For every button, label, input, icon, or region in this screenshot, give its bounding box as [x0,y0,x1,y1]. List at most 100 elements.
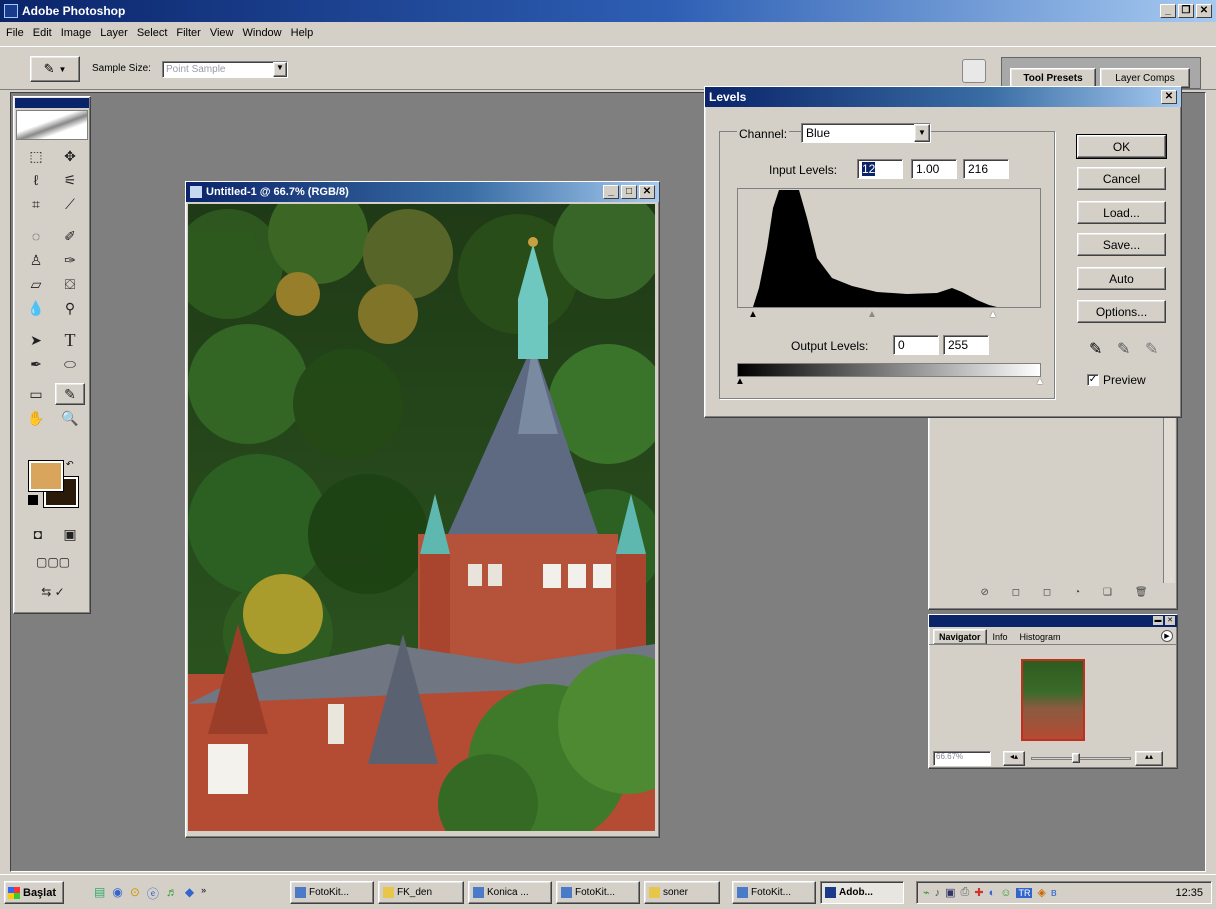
document-image[interactable] [188,204,655,831]
restore-icon[interactable]: ❐ [1178,4,1194,18]
paint-bucket-icon[interactable]: ⛋ [53,273,87,295]
taskbar-item-fotokit-2[interactable]: FotoKit... [556,881,640,904]
input-black-slider-icon[interactable]: ▲ [748,309,758,320]
menu-image[interactable]: Image [61,27,92,39]
magic-wand-tool-icon[interactable]: ⚟ [53,169,87,191]
ok-button[interactable]: OK [1076,134,1167,159]
default-colors-icon[interactable] [28,495,38,505]
swap-colors-icon[interactable]: ↶ [66,459,74,470]
levels-close-icon[interactable]: ✕ [1161,90,1177,104]
taskbar-item-konica[interactable]: Konica ... [468,881,552,904]
menu-file[interactable]: File [6,27,24,39]
input-levels-white-field[interactable]: 216 [963,159,1009,179]
doc-minimize-icon[interactable]: _ [603,185,619,199]
monitor-icon[interactable]: ▣ [945,886,955,899]
pen-tool-icon[interactable]: ✒ [19,353,53,375]
file-browser-icon[interactable] [962,59,986,83]
language-indicator[interactable]: TR [1016,887,1033,898]
taskbar-item-photoshop[interactable]: Adob... [820,881,904,904]
history-brush-icon[interactable]: ✑ [53,249,87,271]
levels-title-bar[interactable]: Levels ✕ [705,87,1181,107]
channel-select[interactable]: Blue ▼ [801,123,931,143]
menu-edit[interactable]: Edit [33,27,52,39]
layer-style-icon[interactable]: ◻ [1012,587,1020,605]
volume-icon[interactable]: ◈ [1037,886,1045,899]
start-button[interactable]: Başlat [4,881,64,904]
load-button[interactable]: Load... [1077,201,1166,224]
new-layer-icon[interactable]: ❏ [1103,587,1112,605]
hand-tool-icon[interactable]: ✋ [19,407,53,429]
menu-help[interactable]: Help [291,27,314,39]
input-levels-gamma-field[interactable]: 1.00 [911,159,957,179]
navigator-thumbnail[interactable] [1021,659,1085,741]
navigator-zoom-slider[interactable] [1031,757,1131,760]
zoom-slider-thumb[interactable] [1072,753,1080,763]
foreground-color-swatch[interactable] [28,460,64,492]
quick-mask-icon[interactable]: ▣ [53,523,87,545]
input-gamma-slider-icon[interactable]: ▲ [867,309,877,320]
menu-view[interactable]: View [210,27,234,39]
messenger-icon[interactable]: ☺ [1000,887,1011,899]
bluetooth-icon[interactable]: ʙ [1051,887,1057,899]
blur-tool-icon[interactable]: 💧 [19,297,53,319]
save-button[interactable]: Save... [1077,233,1166,256]
network-icon[interactable]: ⌁ [923,886,930,899]
preview-checkbox[interactable]: ✓ Preview [1087,373,1146,387]
layers-bottom-icons[interactable]: ⊘ ◻ ◻ ◔ ❏ 🗑 [969,587,1159,605]
browser-icon[interactable]: ⓔ [147,885,159,903]
palette-menu-icon[interactable]: ▶ [1161,630,1173,642]
outlook-icon[interactable]: ◉ [112,885,122,903]
more-chevron-icon[interactable]: » [201,885,206,903]
brush-tool-icon[interactable]: ✐ [53,225,87,247]
standard-mode-icon[interactable]: ◘ [21,523,55,545]
clock[interactable]: 12:35 [1175,887,1203,899]
app-icon[interactable]: ◆ [185,885,194,903]
input-white-slider-icon[interactable]: ▲ [988,309,998,320]
tab-layer-comps[interactable]: Layer Comps [1100,68,1190,88]
taskbar-item-fotokit-3[interactable]: FotoKit... [732,881,816,904]
healing-brush-icon[interactable]: ◌ [19,225,53,247]
link-icon[interactable]: ⊘ [980,587,988,605]
tab-navigator[interactable]: Navigator [933,629,987,644]
tool-preset-picker[interactable]: ✎ ▼ [30,56,80,82]
output-white-slider-icon[interactable]: ▲ [1035,376,1045,387]
jump-to-imageready-icon[interactable]: ⇆ ✓ [21,581,85,603]
screen-mode-icon[interactable]: ▢▢▢ [21,551,85,573]
minimize-icon[interactable]: _ [1160,4,1176,18]
tab-info[interactable]: Info [987,630,1014,644]
adjustment-icon[interactable]: ◔ [1074,587,1080,605]
output-levels-black-field[interactable]: 0 [893,335,939,355]
zoom-tool-icon[interactable]: 🔍 [53,407,87,429]
lasso-tool-icon[interactable]: ℓ [19,169,53,191]
eyedropper-tool-icon[interactable]: ✎ [55,383,85,405]
eraser-tool-icon[interactable]: ▱ [19,273,53,295]
show-desktop-icon[interactable]: ▤ [94,885,105,903]
feather-icon[interactable] [16,110,88,140]
navigator-title-bar[interactable]: ▬ ✕ [929,615,1177,627]
navigator-zoom-field[interactable]: 66.67% [933,751,991,766]
sound-icon[interactable]: ♪ [935,887,941,899]
layers-scrollbar[interactable] [1163,413,1175,583]
type-tool-icon[interactable]: T [53,329,87,351]
white-point-eyedropper-icon[interactable]: ✎ [1145,339,1158,359]
menu-window[interactable]: Window [243,27,282,39]
auto-button[interactable]: Auto [1077,267,1166,290]
slice-tool-icon[interactable]: ⟋ [53,193,87,215]
crop-tool-icon[interactable]: ⌗ [19,193,53,215]
menu-filter[interactable]: Filter [176,27,200,39]
input-levels-black-field[interactable]: 12 [857,159,903,179]
path-selection-icon[interactable]: ➤ [19,329,53,351]
layers-list[interactable] [931,413,1163,583]
notes-tool-icon[interactable]: ▭ [19,383,53,405]
navigator-minimize-icon[interactable]: ▬ [1153,616,1163,625]
clone-stamp-icon[interactable]: ♙ [19,249,53,271]
options-button[interactable]: Options... [1077,300,1166,323]
marquee-tool-icon[interactable]: ⬚ [19,145,53,167]
mask-icon[interactable]: ◻ [1043,587,1051,605]
tab-tool-presets[interactable]: Tool Presets [1010,68,1096,88]
antivirus-icon[interactable]: ✚ [974,886,983,899]
sample-size-select[interactable]: Point Sample ▼ [162,61,288,78]
document-title-bar[interactable]: Untitled-1 @ 66.7% (RGB/8) _ □ ✕ [186,182,659,202]
trash-icon[interactable]: 🗑 [1135,587,1148,605]
music-icon[interactable]: ♬ [166,885,178,903]
